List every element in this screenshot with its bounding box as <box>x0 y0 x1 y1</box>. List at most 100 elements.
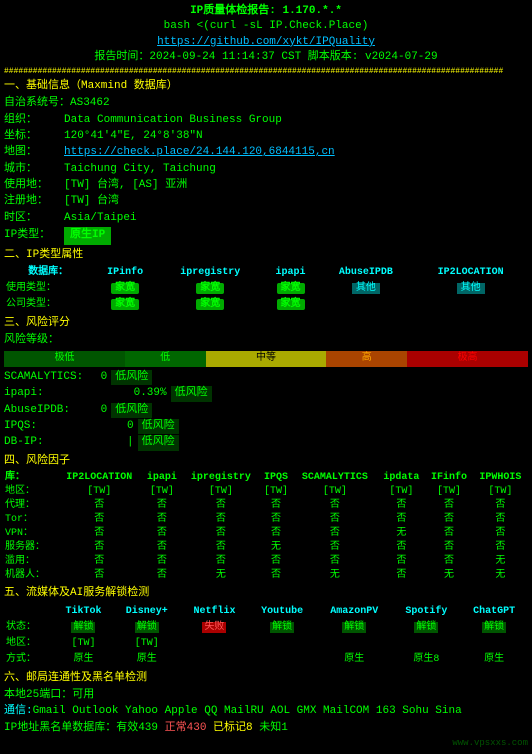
risk-high: 高 <box>326 351 407 367</box>
tor-ipdata: 否 <box>378 513 426 527</box>
providers-row: 通信: Gmail Outlook Yahoo Apple QQ MailRU … <box>4 704 528 719</box>
server-row: 服务器： 否 否 否 无 否 否 否 否 <box>4 541 528 555</box>
tor-ipqs: 否 <box>260 513 293 527</box>
status-chatgpt: 解锁 <box>460 620 528 636</box>
proxy-row: 代理： 否 否 否 否 否 否 否 否 <box>4 499 528 513</box>
city-label: 城市： <box>4 162 64 177</box>
ipapi-score-label: ipapi: <box>4 386 94 401</box>
ip-db-error-count: 430 <box>187 721 207 736</box>
fh-ip2loc: IP2LOCATION <box>57 471 142 485</box>
ip-type-label: IP类型： <box>4 228 64 243</box>
ip-type-badge: 原生IP <box>64 227 111 244</box>
col-db: 数据库： <box>4 265 92 281</box>
vpn-label: VPN： <box>4 527 57 541</box>
abuseipdb-row: AbuseIPDB: 0 低风险 <box>4 403 528 418</box>
scamalytics-score: 0 <box>94 370 107 385</box>
mr-spotify <box>393 636 461 652</box>
col-ipapi: ipapi <box>263 265 319 281</box>
dbip-score: | <box>94 435 134 450</box>
ipapi-badge: 低风险 <box>171 386 212 401</box>
risk-bar: 极低 低 中等 高 极高 <box>4 351 528 367</box>
mh-chatgpt: ChatGPT <box>460 604 528 620</box>
company-ipapi: 家宽 <box>263 297 319 313</box>
divider-top: ########################################… <box>4 66 528 77</box>
mh-empty <box>4 604 54 620</box>
local25-value: 本地25端口：可用 <box>4 688 94 703</box>
github-link[interactable]: https://github.com/xykt/IPQuality <box>157 36 375 48</box>
bot-ipdata: 否 <box>378 569 426 583</box>
city-value: Taichung City, Taichung <box>64 162 216 177</box>
risk-section: 三、风险评分 风险等级： 极低 低 中等 高 极高 SCAMALYTICS: 0… <box>4 316 528 451</box>
mh-youtube: Youtube <box>248 604 316 620</box>
status-amazon: 解锁 <box>316 620 393 636</box>
proxy-scam: 否 <box>292 499 377 513</box>
map-link[interactable]: https://check.place/24.144.120,6844115,c… <box>64 145 335 160</box>
usage-abuseipdb: 其他 <box>318 281 413 297</box>
server-label: 服务器： <box>4 541 57 555</box>
risk-factors-header: 四、风险因子 <box>4 454 528 469</box>
status-netflix: 失败 <box>181 620 249 636</box>
ip-type-row: IP类型： 原生IP <box>4 227 528 244</box>
mr-chatgpt <box>460 636 528 652</box>
tor-ifinfo: 否 <box>425 513 473 527</box>
ipapi-score-val: 0.39% <box>94 386 167 401</box>
region-ip2loc: [TW] <box>57 485 142 499</box>
mm-youtube <box>248 652 316 668</box>
ip-db-sep1 <box>158 721 165 736</box>
coords-row: 坐标： 120°41'4"E, 24°8'38"N <box>4 129 528 144</box>
mh-netflix: Netflix <box>181 604 249 620</box>
abuse-row: 滥用： 否 否 否 否 否 否 否 无 <box>4 555 528 569</box>
abuse-ipreg: 否 <box>182 555 260 569</box>
risk-low: 低 <box>125 351 206 367</box>
ipqs-badge: 低风险 <box>138 419 179 434</box>
mm-tiktok: 原生 <box>54 652 113 668</box>
company-type-label: 公司类型： <box>4 297 92 313</box>
region-label: 地区： <box>4 485 57 499</box>
providers-value: Gmail Outlook Yahoo Apple QQ MailRU AOL … <box>33 704 462 719</box>
status-label: 状态： <box>4 620 54 636</box>
usage-ipinfo: 家宽 <box>92 281 158 297</box>
fh-ipapi: ipapi <box>142 471 182 485</box>
abuse-ipwhois: 无 <box>473 555 528 569</box>
media-table: TikTok Disney+ Netflix Youtube AmazonPV … <box>4 604 528 668</box>
bot-ipwhois: 无 <box>473 569 528 583</box>
ipqs-label: IPQS: <box>4 419 94 434</box>
abuse-ifinfo: 否 <box>425 555 473 569</box>
scamalytics-badge: 低风险 <box>111 370 152 385</box>
ip-type-table: 数据库： IPinfo ipregistry ipapi AbuseIPDB I… <box>4 265 528 313</box>
mr-netflix <box>181 636 249 652</box>
usage-type-row: 使用类型： 家宽 家宽 家宽 其他 其他 <box>4 281 528 297</box>
vpn-row: VPN： 否 否 否 否 否 无 否 否 <box>4 527 528 541</box>
mh-spotify: Spotify <box>393 604 461 620</box>
col-ipinfo: IPinfo <box>92 265 158 281</box>
vpn-ipreg: 否 <box>182 527 260 541</box>
usage-label: 使用地： <box>4 178 64 193</box>
reg-value: [TW] 台湾 <box>64 194 119 209</box>
basic-info-section: 一、基础信息（Maxmind 数据库） 自治系统号： AS3462 组织： Da… <box>4 79 528 245</box>
mm-disney: 原生 <box>113 652 181 668</box>
server-ipapi: 否 <box>142 541 182 555</box>
mm-amazon: 原生 <box>316 652 393 668</box>
vpn-ipqs: 否 <box>260 527 293 541</box>
org-row: 组织： Data Communication Business Group <box>4 113 528 128</box>
col-ip2location: IP2LOCATION <box>413 265 528 281</box>
fh-ifinfo: IFinfo <box>425 471 473 485</box>
media-region-row: 地区： [TW] [TW] <box>4 636 528 652</box>
status-spotify: 解锁 <box>393 620 461 636</box>
ip-db-error-label: 正常 <box>165 721 187 736</box>
mr-tiktok: [TW] <box>54 636 113 652</box>
ip-db-unknown-count: 1 <box>281 721 288 736</box>
ip-type-header: 二、IP类型属性 <box>4 248 528 263</box>
abuse-scam: 否 <box>292 555 377 569</box>
bot-label: 机器人： <box>4 569 57 583</box>
region-ifinfo: [TW] <box>425 485 473 499</box>
header: IP质量体检报告: 1.170.*.* bash <(curl -sL IP.C… <box>4 4 528 77</box>
main-title: IP质量体检报告: 1.170.*.* <box>4 4 528 19</box>
risk-mid: 中等 <box>206 351 327 367</box>
subtitle: bash <(curl -sL IP.Check.Place) <box>4 19 528 34</box>
proxy-ipwhois: 否 <box>473 499 528 513</box>
usage-ip2location: 其他 <box>413 281 528 297</box>
ipqs-score: 0 <box>94 419 134 434</box>
abuse-label: 滥用： <box>4 555 57 569</box>
mm-spotify: 原生8 <box>393 652 461 668</box>
